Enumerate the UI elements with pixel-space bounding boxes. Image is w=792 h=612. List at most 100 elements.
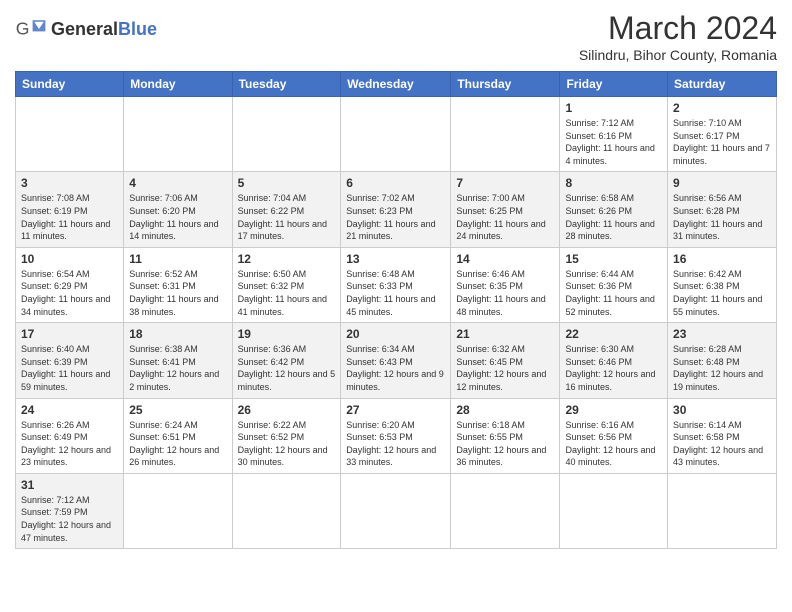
calendar-cell: 13 Sunrise: 6:48 AM Sunset: 6:33 PM Dayli… bbox=[341, 247, 451, 322]
header: G GeneralBlue March 2024 Silindru, Bihor… bbox=[15, 10, 777, 63]
day-info: Sunrise: 7:00 AM Sunset: 6:25 PM Dayligh… bbox=[456, 192, 554, 242]
day-number: 7 bbox=[456, 176, 554, 190]
day-number: 26 bbox=[238, 403, 336, 417]
calendar-table: SundayMondayTuesdayWednesdayThursdayFrid… bbox=[15, 71, 777, 549]
day-number: 10 bbox=[21, 252, 118, 266]
calendar-cell: 18Sunrise: 6:38 AM Sunset: 6:41 PM Dayli… bbox=[124, 323, 232, 398]
day-info: Sunrise: 6:58 AM Sunset: 6:26 PM Dayligh… bbox=[565, 192, 662, 242]
calendar-cell: 2 Sunrise: 7:10 AM Sunset: 6:17 PM Daylig… bbox=[668, 97, 777, 172]
calendar-cell: 7 Sunrise: 7:00 AM Sunset: 6:25 PM Daylig… bbox=[451, 172, 560, 247]
calendar-cell: 28 Sunrise: 6:18 AM Sunset: 6:55 PM Dayli… bbox=[451, 398, 560, 473]
calendar-week-6: 31 Sunrise: 7:12 AM Sunset: 7:59 PM Dayli… bbox=[16, 473, 777, 548]
day-info: Sunrise: 6:32 AM Sunset: 6:45 PM Dayligh… bbox=[456, 343, 554, 393]
weekday-header-wednesday: Wednesday bbox=[341, 72, 451, 97]
day-info: Sunrise: 6:16 AM Sunset: 6:56 PM Dayligh… bbox=[565, 419, 662, 469]
day-info: Sunrise: 6:14 AM Sunset: 6:58 PM Dayligh… bbox=[673, 419, 771, 469]
calendar-cell: 1Sunrise: 7:12 AM Sunset: 6:16 PM Daylig… bbox=[560, 97, 668, 172]
location-subtitle: Silindru, Bihor County, Romania bbox=[579, 47, 777, 63]
calendar-cell: 30 Sunrise: 6:14 AM Sunset: 6:58 PM Dayli… bbox=[668, 398, 777, 473]
calendar-cell bbox=[341, 473, 451, 548]
calendar-cell: 19Sunrise: 6:36 AM Sunset: 6:42 PM Dayli… bbox=[232, 323, 341, 398]
day-number: 9 bbox=[673, 176, 771, 190]
day-number: 27 bbox=[346, 403, 445, 417]
weekday-header-row: SundayMondayTuesdayWednesdayThursdayFrid… bbox=[16, 72, 777, 97]
calendar-cell bbox=[451, 473, 560, 548]
calendar-cell: 24Sunrise: 6:26 AM Sunset: 6:49 PM Dayli… bbox=[16, 398, 124, 473]
day-info: Sunrise: 6:20 AM Sunset: 6:53 PM Dayligh… bbox=[346, 419, 445, 469]
calendar-week-5: 24Sunrise: 6:26 AM Sunset: 6:49 PM Dayli… bbox=[16, 398, 777, 473]
calendar-cell: 14Sunrise: 6:46 AM Sunset: 6:35 PM Dayli… bbox=[451, 247, 560, 322]
logo-icon: G bbox=[15, 15, 47, 43]
day-info: Sunrise: 7:08 AM Sunset: 6:19 PM Dayligh… bbox=[21, 192, 118, 242]
weekday-header-monday: Monday bbox=[124, 72, 232, 97]
calendar-cell: 31 Sunrise: 7:12 AM Sunset: 7:59 PM Dayli… bbox=[16, 473, 124, 548]
calendar-cell: 9 Sunrise: 6:56 AM Sunset: 6:28 PM Daylig… bbox=[668, 172, 777, 247]
calendar-week-2: 3Sunrise: 7:08 AM Sunset: 6:19 PM Daylig… bbox=[16, 172, 777, 247]
day-number: 4 bbox=[129, 176, 226, 190]
day-number: 2 bbox=[673, 101, 771, 115]
day-number: 12 bbox=[238, 252, 336, 266]
day-info: Sunrise: 6:48 AM Sunset: 6:33 PM Dayligh… bbox=[346, 268, 445, 318]
calendar-cell bbox=[16, 97, 124, 172]
day-number: 13 bbox=[346, 252, 445, 266]
day-number: 6 bbox=[346, 176, 445, 190]
day-number: 31 bbox=[21, 478, 118, 492]
calendar-header: SundayMondayTuesdayWednesdayThursdayFrid… bbox=[16, 72, 777, 97]
calendar-cell bbox=[341, 97, 451, 172]
weekday-header-tuesday: Tuesday bbox=[232, 72, 341, 97]
day-number: 30 bbox=[673, 403, 771, 417]
weekday-header-sunday: Sunday bbox=[16, 72, 124, 97]
day-info: Sunrise: 6:22 AM Sunset: 6:52 PM Dayligh… bbox=[238, 419, 336, 469]
day-info: Sunrise: 6:52 AM Sunset: 6:31 PM Dayligh… bbox=[129, 268, 226, 318]
day-number: 20 bbox=[346, 327, 445, 341]
weekday-header-saturday: Saturday bbox=[668, 72, 777, 97]
calendar-cell: 3Sunrise: 7:08 AM Sunset: 6:19 PM Daylig… bbox=[16, 172, 124, 247]
calendar-cell bbox=[232, 97, 341, 172]
day-number: 17 bbox=[21, 327, 118, 341]
calendar-cell: 23Sunrise: 6:28 AM Sunset: 6:48 PM Dayli… bbox=[668, 323, 777, 398]
day-number: 8 bbox=[565, 176, 662, 190]
day-number: 25 bbox=[129, 403, 226, 417]
day-number: 24 bbox=[21, 403, 118, 417]
calendar-cell: 21 Sunrise: 6:32 AM Sunset: 6:45 PM Dayli… bbox=[451, 323, 560, 398]
calendar-cell: 17 Sunrise: 6:40 AM Sunset: 6:39 PM Dayli… bbox=[16, 323, 124, 398]
calendar-cell bbox=[124, 97, 232, 172]
calendar-cell: 20 Sunrise: 6:34 AM Sunset: 6:43 PM Dayli… bbox=[341, 323, 451, 398]
day-number: 21 bbox=[456, 327, 554, 341]
day-number: 11 bbox=[129, 252, 226, 266]
calendar-cell: 11 Sunrise: 6:52 AM Sunset: 6:31 PM Dayli… bbox=[124, 247, 232, 322]
day-info: Sunrise: 6:18 AM Sunset: 6:55 PM Dayligh… bbox=[456, 419, 554, 469]
weekday-header-thursday: Thursday bbox=[451, 72, 560, 97]
day-info: Sunrise: 7:04 AM Sunset: 6:22 PM Dayligh… bbox=[238, 192, 336, 242]
month-year-title: March 2024 bbox=[579, 10, 777, 47]
calendar-cell: 12Sunrise: 6:50 AM Sunset: 6:32 PM Dayli… bbox=[232, 247, 341, 322]
day-info: Sunrise: 6:40 AM Sunset: 6:39 PM Dayligh… bbox=[21, 343, 118, 393]
day-info: Sunrise: 6:34 AM Sunset: 6:43 PM Dayligh… bbox=[346, 343, 445, 393]
calendar-cell: 5 Sunrise: 7:04 AM Sunset: 6:22 PM Daylig… bbox=[232, 172, 341, 247]
day-info: Sunrise: 6:38 AM Sunset: 6:41 PM Dayligh… bbox=[129, 343, 226, 393]
calendar-cell: 29Sunrise: 6:16 AM Sunset: 6:56 PM Dayli… bbox=[560, 398, 668, 473]
calendar-cell: 22Sunrise: 6:30 AM Sunset: 6:46 PM Dayli… bbox=[560, 323, 668, 398]
day-info: Sunrise: 6:56 AM Sunset: 6:28 PM Dayligh… bbox=[673, 192, 771, 242]
day-info: Sunrise: 7:06 AM Sunset: 6:20 PM Dayligh… bbox=[129, 192, 226, 242]
day-number: 1 bbox=[565, 101, 662, 115]
logo: G GeneralBlue bbox=[15, 10, 157, 43]
calendar-cell: 10Sunrise: 6:54 AM Sunset: 6:29 PM Dayli… bbox=[16, 247, 124, 322]
day-number: 5 bbox=[238, 176, 336, 190]
calendar-cell bbox=[124, 473, 232, 548]
calendar-cell: 8 Sunrise: 6:58 AM Sunset: 6:26 PM Daylig… bbox=[560, 172, 668, 247]
calendar-week-3: 10Sunrise: 6:54 AM Sunset: 6:29 PM Dayli… bbox=[16, 247, 777, 322]
day-info: Sunrise: 7:10 AM Sunset: 6:17 PM Dayligh… bbox=[673, 117, 771, 167]
day-number: 14 bbox=[456, 252, 554, 266]
svg-text:G: G bbox=[16, 19, 30, 39]
calendar-cell bbox=[232, 473, 341, 548]
day-info: Sunrise: 7:12 AM Sunset: 7:59 PM Dayligh… bbox=[21, 494, 118, 544]
day-info: Sunrise: 7:02 AM Sunset: 6:23 PM Dayligh… bbox=[346, 192, 445, 242]
day-number: 19 bbox=[238, 327, 336, 341]
day-number: 23 bbox=[673, 327, 771, 341]
day-number: 28 bbox=[456, 403, 554, 417]
weekday-header-friday: Friday bbox=[560, 72, 668, 97]
day-number: 16 bbox=[673, 252, 771, 266]
day-info: Sunrise: 6:24 AM Sunset: 6:51 PM Dayligh… bbox=[129, 419, 226, 469]
day-info: Sunrise: 6:42 AM Sunset: 6:38 PM Dayligh… bbox=[673, 268, 771, 318]
